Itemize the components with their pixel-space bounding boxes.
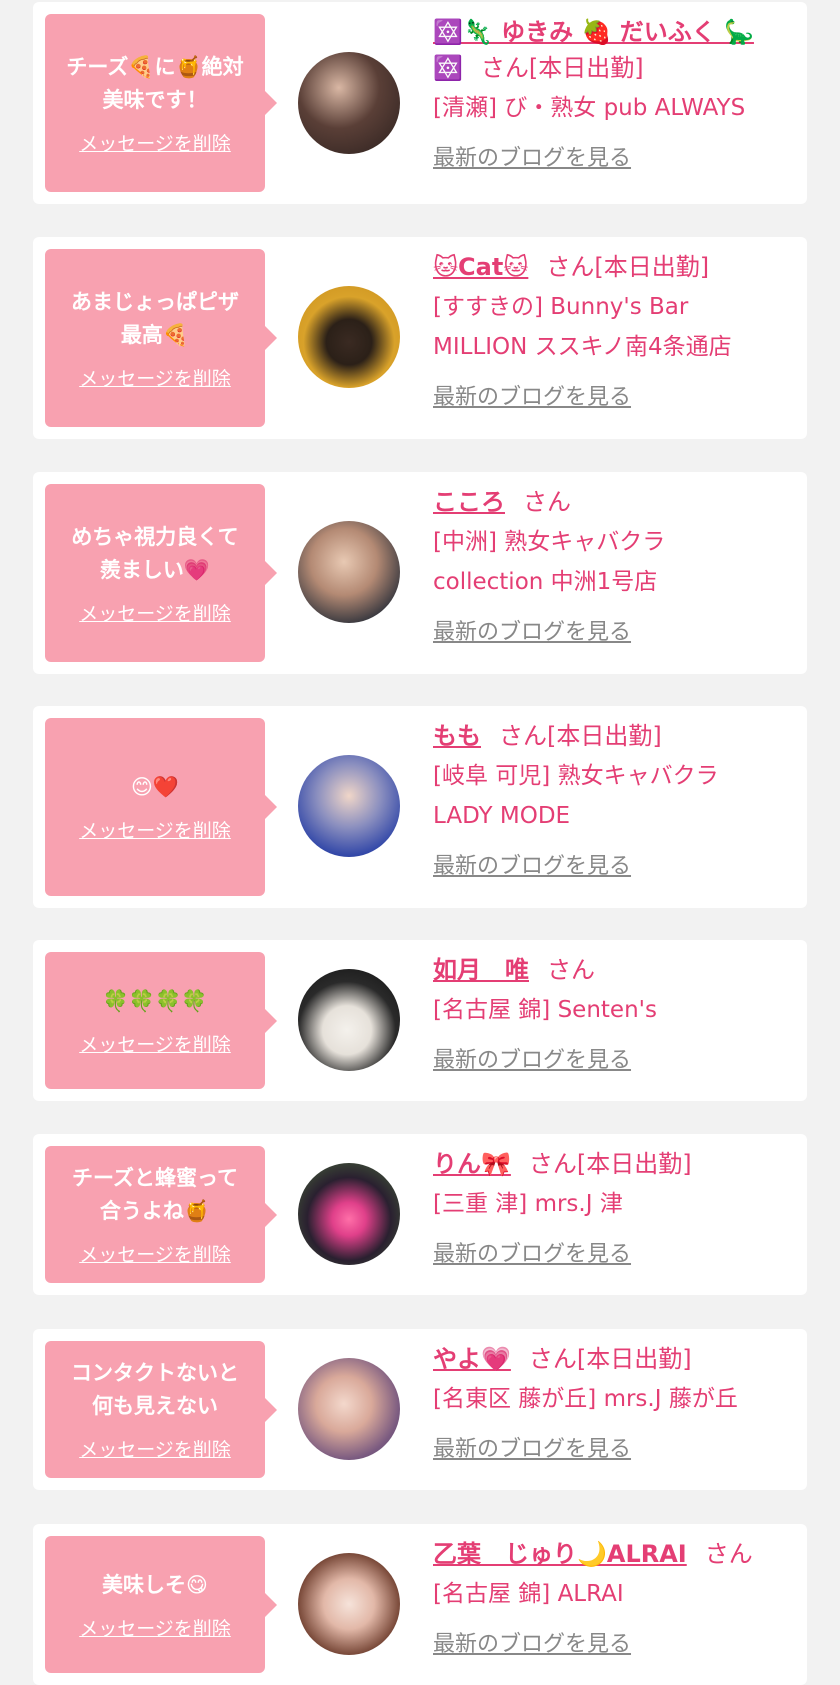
honorific-status: さん[本日出勤] — [546, 253, 710, 281]
list-item: チーズと蜂蜜って 合うよね🍯 メッセージを削除 りん🎀 さん[本日出勤] [三重 … — [33, 1134, 807, 1295]
list-item: あまじょっぱピザ 最高🍕 メッセージを削除 🐱Cat🐱 さん[本日出勤] [すすき… — [33, 237, 807, 439]
message-text: めちゃ視力良くて 羨ましい💗 — [71, 524, 239, 582]
cast-name-link[interactable]: 🐱Cat🐱 — [433, 253, 528, 281]
avatar[interactable] — [298, 521, 400, 623]
honorific-status: さん[本日出勤] — [528, 1150, 692, 1178]
delete-message-link[interactable]: メッセージを削除 — [79, 364, 231, 391]
latest-blog-link[interactable]: 最新のブログを見る — [433, 1626, 631, 1658]
message-bubble: めちゃ視力良くて 羨ましい💗 メッセージを削除 — [45, 484, 277, 662]
message-bubble: コンタクトないと 何も見えない メッセージを削除 — [45, 1341, 277, 1478]
honorific-status: さん — [547, 956, 595, 984]
avatar[interactable] — [298, 755, 400, 857]
cast-name-link[interactable]: こころ — [433, 488, 505, 516]
message-text: あまじょっぱピザ 最高🍕 — [71, 289, 239, 347]
message-bubble: チーズ🍕に🍯絶対 美味です！ メッセージを削除 — [45, 14, 277, 192]
latest-blog-link[interactable]: 最新のブログを見る — [433, 1431, 631, 1463]
avatar[interactable] — [298, 1553, 400, 1655]
delete-message-link[interactable]: メッセージを削除 — [79, 1435, 231, 1462]
message-bubble: 美味しそ😋 メッセージを削除 — [45, 1536, 277, 1673]
shop-name: [中洲] 熟女キャバクラ collection 中洲1号店 — [433, 529, 666, 595]
list-item: チーズ🍕に🍯絶対 美味です！ メッセージを削除 🔯🦎 ゆきみ 🍓 だいふく 🦕 … — [33, 2, 807, 204]
honorific-status: さん — [523, 488, 571, 516]
list-item: 🍀🍀🍀🍀 メッセージを削除 如月 唯さん [名古屋 錦] Senten's 最新… — [33, 940, 807, 1101]
latest-blog-link[interactable]: 最新のブログを見る — [433, 614, 631, 646]
latest-blog-link[interactable]: 最新のブログを見る — [433, 379, 631, 411]
delete-message-link[interactable]: メッセージを削除 — [79, 1240, 231, 1267]
shop-name: [すすきの] Bunny's Bar MILLION ススキノ南4条通店 — [433, 294, 732, 360]
message-bubble: チーズと蜂蜜って 合うよね🍯 メッセージを削除 — [45, 1146, 277, 1283]
shop-name: [岐阜 可児] 熟女キャバクラ LADY MODE — [433, 763, 719, 829]
shop-name: [名古屋 錦] ALRAI — [433, 1581, 624, 1607]
cast-name-link[interactable]: りん🎀 — [433, 1150, 511, 1178]
shop-name: [名古屋 錦] Senten's — [433, 997, 657, 1023]
cast-name-link[interactable]: 乙葉 じゅり🌙ALRAI — [433, 1540, 687, 1568]
latest-blog-link[interactable]: 最新のブログを見る — [433, 1236, 631, 1268]
cast-name-link[interactable]: 🔯🦎 ゆきみ 🍓 だいふく 🦕 — [433, 18, 754, 46]
delete-message-link[interactable]: メッセージを削除 — [79, 1030, 231, 1057]
latest-blog-link[interactable]: 最新のブログを見る — [433, 1042, 631, 1074]
delete-message-link[interactable]: メッセージを削除 — [79, 599, 231, 626]
avatar[interactable] — [298, 52, 400, 154]
cast-name-link[interactable]: やよ💗 — [433, 1345, 511, 1373]
message-text: 😊❤️ — [130, 775, 180, 799]
honorific-status: さん[本日出勤] — [480, 54, 644, 82]
honorific-status: さん[本日出勤] — [499, 722, 662, 750]
message-text: チーズ🍕に🍯絶対 美味です！ — [66, 54, 244, 112]
avatar[interactable] — [298, 1163, 400, 1265]
latest-blog-link[interactable]: 最新のブログを見る — [433, 848, 631, 880]
message-bubble: 😊❤️ メッセージを削除 — [45, 718, 277, 896]
name-continuation: 🔯 — [433, 54, 463, 82]
honorific-status: さん[本日出勤] — [528, 1345, 692, 1373]
shop-name: [清瀬] び・熟女 pub ALWAYS — [433, 95, 746, 121]
shop-name: [名東区 藤が丘] mrs.J 藤が丘 — [433, 1386, 738, 1412]
avatar[interactable] — [298, 969, 400, 1071]
delete-message-link[interactable]: メッセージを削除 — [79, 816, 231, 843]
message-text: 🍀🍀🍀🍀 — [102, 988, 208, 1013]
honorific-status: さん — [704, 1540, 753, 1568]
delete-message-link[interactable]: メッセージを削除 — [79, 1614, 231, 1641]
message-text: 美味しそ😋 — [102, 1572, 208, 1597]
list-item: めちゃ視力良くて 羨ましい💗 メッセージを削除 こころ さん [中洲] 熟女キャバ… — [33, 472, 807, 674]
avatar[interactable] — [298, 1358, 400, 1460]
message-text: コンタクトないと 何も見えない — [71, 1361, 239, 1418]
list-item: 😊❤️ メッセージを削除 もも さん[本日出勤] [岐阜 可児] 熟女キャバクラ … — [33, 706, 807, 908]
shop-name: [三重 津] mrs.J 津 — [433, 1191, 623, 1217]
message-text: チーズと蜂蜜って 合うよね🍯 — [72, 1166, 238, 1223]
list-item: 美味しそ😋 メッセージを削除 乙葉 じゅり🌙ALRAI さん [名古屋 錦] AL… — [33, 1524, 807, 1685]
avatar[interactable] — [298, 286, 400, 388]
cast-name-link[interactable]: もも — [433, 722, 481, 750]
latest-blog-link[interactable]: 最新のブログを見る — [433, 140, 631, 172]
message-bubble: 🍀🍀🍀🍀 メッセージを削除 — [45, 952, 277, 1089]
delete-message-link[interactable]: メッセージを削除 — [79, 129, 231, 156]
cast-name-link[interactable]: 如月 唯 — [433, 956, 529, 984]
list-item: コンタクトないと 何も見えない メッセージを削除 やよ💗 さん[本日出勤] [名東… — [33, 1329, 807, 1490]
message-bubble: あまじょっぱピザ 最高🍕 メッセージを削除 — [45, 249, 277, 427]
